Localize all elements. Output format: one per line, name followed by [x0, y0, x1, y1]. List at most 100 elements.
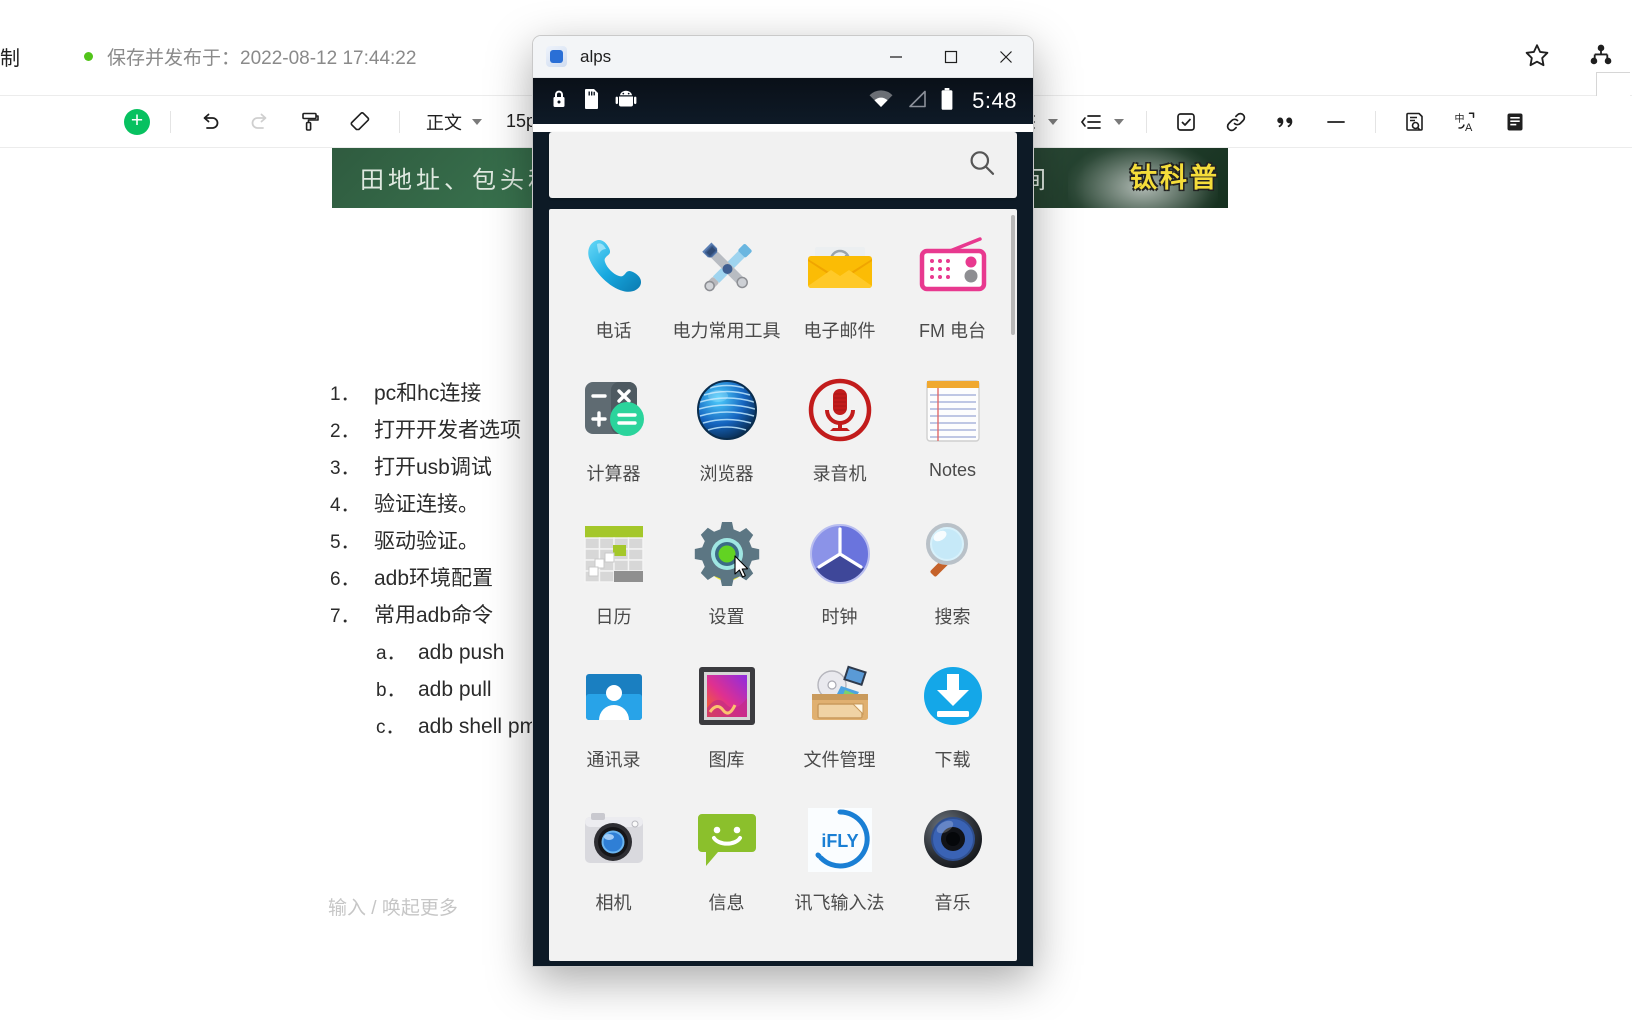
- app-item-camera[interactable]: 相机: [557, 799, 670, 934]
- maximize-icon[interactable]: [923, 36, 978, 78]
- star-icon[interactable]: [1520, 38, 1554, 72]
- app-item-tools[interactable]: 电力常用工具: [670, 227, 783, 362]
- clock-icon: [799, 513, 881, 595]
- app-item-email[interactable]: 电子邮件: [783, 227, 896, 362]
- app-label: 电话: [595, 321, 632, 341]
- camera-icon: [573, 799, 655, 881]
- list-marker: 4．: [330, 495, 360, 516]
- app-item-ifly-ime[interactable]: iFLY 讯飞输入法: [783, 799, 896, 934]
- save-status-text: 保存并发布于：2022-08-12 17:44:22: [107, 48, 417, 69]
- minimize-icon[interactable]: [868, 36, 923, 78]
- list-item-text: 常用adb命令: [374, 604, 494, 627]
- emulator-window-title: alps: [580, 46, 612, 66]
- svg-text:中: 中: [1455, 112, 1465, 125]
- search-bar[interactable]: [549, 132, 1017, 198]
- calculator-icon: [573, 370, 655, 452]
- cell-signal-icon: [906, 89, 928, 114]
- app-label: 相机: [595, 893, 632, 913]
- app-label: 讯飞输入法: [794, 893, 885, 913]
- list-item-text: 打开开发者选项: [374, 419, 521, 442]
- app-item-calendar[interactable]: 日历: [557, 513, 670, 648]
- phone-icon: [573, 227, 655, 309]
- email-icon: [799, 227, 881, 309]
- list-item-text: 打开usb调试: [374, 456, 492, 479]
- emulator-app-icon: [546, 46, 567, 67]
- insert-button[interactable]: +: [124, 108, 150, 135]
- emulator-titlebar[interactable]: alps: [533, 36, 1033, 78]
- chevron-down-icon[interactable]: [1114, 118, 1124, 125]
- app-item-recorder[interactable]: 录音机: [783, 370, 896, 505]
- app-label: 搜索: [934, 607, 971, 627]
- list-marker: 6．: [330, 569, 360, 590]
- app-item-fm-radio[interactable]: FM 电台: [896, 227, 1009, 362]
- app-item-messaging[interactable]: 信息: [670, 799, 783, 934]
- app-label: 图库: [708, 750, 745, 770]
- app-item-browser[interactable]: 浏览器: [670, 370, 783, 505]
- chevron-down-icon[interactable]: [1048, 118, 1058, 125]
- list-item-text: adb push: [418, 641, 505, 664]
- app-label: 电力常用工具: [672, 321, 781, 341]
- app-item-notes[interactable]: Notes: [896, 370, 1009, 505]
- app-drawer[interactable]: 电话 电力常用工具 电子邮件 FM 电台 计算器 浏览器 录音机 Notes 日…: [549, 209, 1017, 961]
- editor-placeholder[interactable]: 输入 / 唤起更多: [328, 893, 458, 920]
- banner-watermark-badge: 钛科普: [1130, 163, 1220, 193]
- app-label: 浏览器: [699, 464, 754, 484]
- banner-text-left: 田地址、包头和: [360, 167, 556, 194]
- checkbox-icon[interactable]: [1171, 107, 1201, 137]
- app-item-gallery[interactable]: 图库: [670, 656, 783, 791]
- list-item-text: adb pull: [418, 678, 492, 701]
- wifi-icon: [868, 89, 894, 114]
- list-marker: c．: [376, 717, 405, 738]
- battery-icon: [940, 87, 954, 116]
- android-robot-icon: [615, 88, 637, 115]
- clip-label: 制: [0, 48, 20, 70]
- undo-icon[interactable]: [195, 107, 225, 137]
- toolbar-divider: [170, 110, 171, 133]
- search-icon[interactable]: [965, 146, 999, 185]
- paragraph-style-select[interactable]: 正文: [426, 109, 482, 135]
- link-icon[interactable]: [1221, 107, 1251, 137]
- find-in-document-icon[interactable]: [1400, 107, 1430, 137]
- horizontal-rule-icon[interactable]: [1321, 107, 1351, 137]
- messaging-icon: [686, 799, 768, 881]
- list-marker: 1．: [330, 384, 360, 405]
- app-item-settings[interactable]: 设置: [670, 513, 783, 648]
- app-drawer-scrollbar[interactable]: [1011, 215, 1015, 335]
- app-item-downloads[interactable]: 下载: [896, 656, 1009, 791]
- sd-card-icon: [583, 88, 601, 115]
- app-item-file-manager[interactable]: 文件管理: [783, 656, 896, 791]
- close-icon[interactable]: [978, 36, 1033, 78]
- document-status-area: 制 保存并发布于：2022-08-12 17:44:22: [0, 42, 416, 71]
- app-label: 录音机: [812, 464, 867, 484]
- ordered-list-icon[interactable]: [1076, 107, 1106, 137]
- share-nodes-icon[interactable]: [1584, 38, 1618, 72]
- file-manager-icon: [799, 656, 881, 738]
- app-label: FM 电台: [919, 321, 986, 341]
- app-item-phone[interactable]: 电话: [557, 227, 670, 362]
- calendar-icon: [573, 513, 655, 595]
- settings-gear-icon: [686, 513, 768, 595]
- tools-icon: [686, 227, 768, 309]
- quote-icon[interactable]: [1271, 107, 1301, 137]
- browser-actions: [1520, 38, 1630, 116]
- window-controls: [868, 36, 1033, 78]
- mouse-cursor: [733, 555, 748, 578]
- magnifier-icon: [912, 513, 994, 595]
- translate-icon[interactable]: 中 A: [1450, 107, 1480, 137]
- app-item-clock[interactable]: 时钟: [783, 513, 896, 648]
- redo-icon[interactable]: [245, 107, 275, 137]
- format-painter-icon[interactable]: [295, 107, 325, 137]
- fm-radio-icon: [912, 227, 994, 309]
- list-marker: 2．: [330, 421, 360, 442]
- emulator-window[interactable]: alps 5:48 电话 电力常用工具 电子邮件 FM 电台 计算器 浏览器 录…: [533, 36, 1033, 966]
- app-item-music[interactable]: 音乐: [896, 799, 1009, 934]
- app-item-contacts[interactable]: 通讯录: [557, 656, 670, 791]
- app-item-calculator[interactable]: 计算器: [557, 370, 670, 505]
- svg-text:A: A: [1465, 122, 1473, 134]
- app-label: 计算器: [586, 464, 641, 484]
- document-outline-icon[interactable]: [1500, 107, 1530, 137]
- status-bar-right-icons: 5:48: [868, 87, 1017, 116]
- app-item-search[interactable]: 搜索: [896, 513, 1009, 648]
- status-bar-clock: 5:48: [972, 88, 1017, 113]
- eraser-icon[interactable]: [345, 107, 375, 137]
